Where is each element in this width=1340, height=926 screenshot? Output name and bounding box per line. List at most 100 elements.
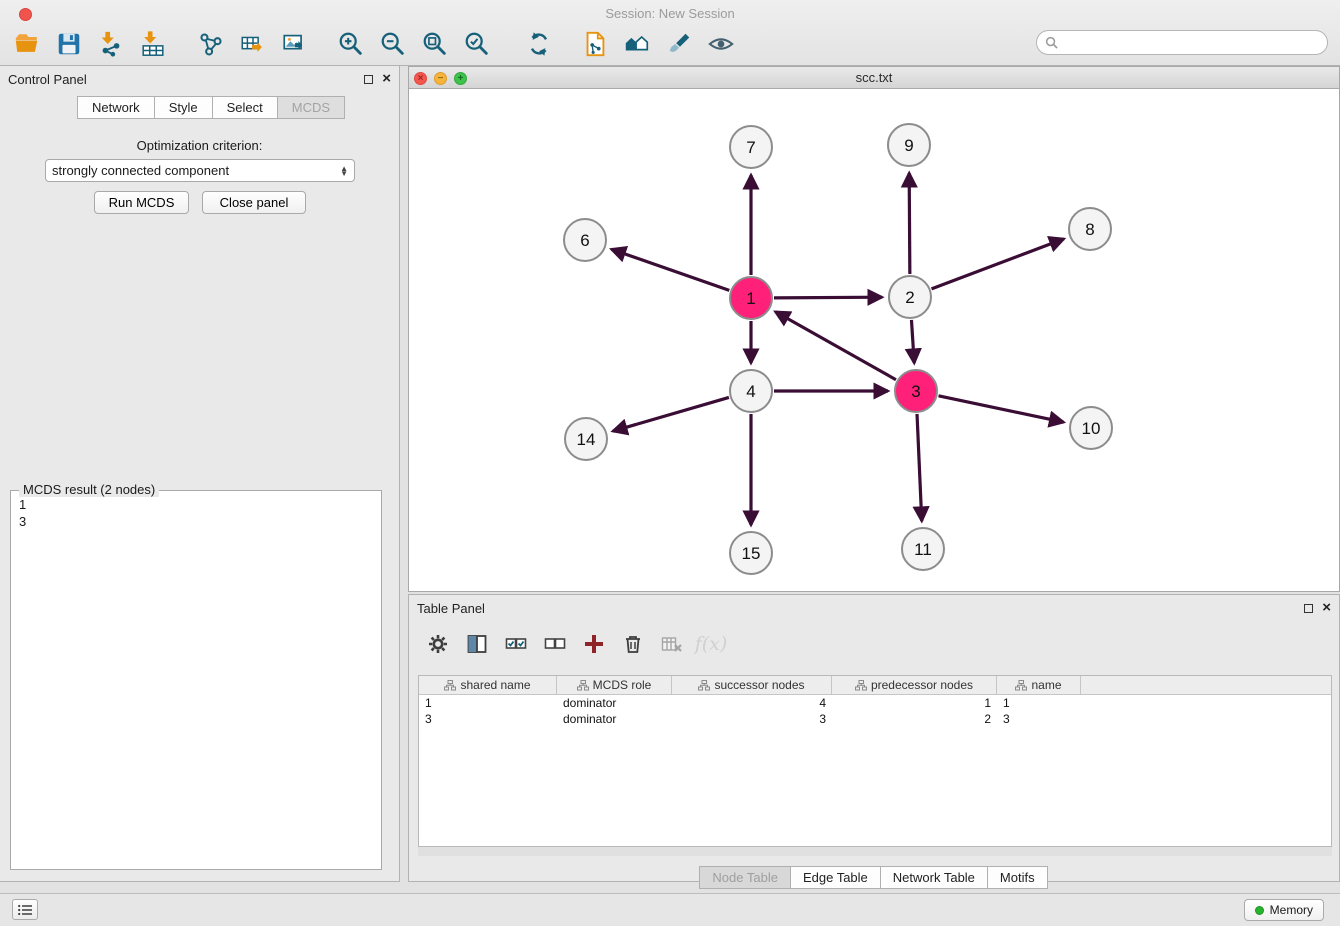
tab-edge-table[interactable]: Edge Table <box>790 866 881 889</box>
select-all-icon[interactable] <box>503 631 529 657</box>
new-network-icon[interactable] <box>196 29 226 59</box>
import-table-icon[interactable] <box>138 29 168 59</box>
table-row[interactable]: 1dominator411 <box>419 695 1331 711</box>
graph-node-4[interactable]: 4 <box>730 370 772 412</box>
column-sort-icon <box>577 680 589 691</box>
column-header-label: MCDS role <box>593 678 652 692</box>
style-brush-icon[interactable] <box>664 29 694 59</box>
export-table-icon[interactable] <box>238 29 268 59</box>
run-mcds-button[interactable]: Run MCDS <box>94 191 189 214</box>
table-cell[interactable]: 1 <box>997 696 1081 710</box>
table-cell[interactable]: 1 <box>832 696 997 710</box>
memory-button[interactable]: Memory <box>1244 899 1324 921</box>
zoom-in-icon[interactable] <box>336 29 366 59</box>
table-panel-float-icon[interactable] <box>1304 604 1313 613</box>
network-window-titlebar[interactable]: × − + scc.txt <box>409 67 1339 89</box>
column-header-mcds-role[interactable]: MCDS role <box>557 676 672 694</box>
mcds-result-line: 3 <box>19 513 373 530</box>
refresh-icon[interactable] <box>524 29 554 59</box>
tab-network-table[interactable]: Network Table <box>880 866 988 889</box>
table-cell[interactable]: dominator <box>557 696 672 710</box>
table-scrollbar[interactable] <box>418 847 1332 856</box>
tab-motifs[interactable]: Motifs <box>987 866 1048 889</box>
toolbar-group-import <box>96 26 168 62</box>
search-field[interactable] <box>1036 30 1328 55</box>
open-session-icon[interactable] <box>12 29 42 59</box>
graph-edge-3-10[interactable] <box>939 396 1064 422</box>
eye-icon[interactable] <box>706 29 736 59</box>
home-neighbors-icon[interactable] <box>622 29 652 59</box>
graph-node-2[interactable]: 2 <box>889 276 931 318</box>
toolbar-group-view <box>580 26 736 62</box>
network-canvas[interactable]: 7 9 6 8 1 2 4 3 14 10 15 11 <box>409 89 1339 591</box>
tab-style[interactable]: Style <box>154 96 213 119</box>
table-cell[interactable]: 3 <box>419 712 557 726</box>
graph-edge-1-2[interactable] <box>774 297 882 298</box>
graph-node-8[interactable]: 8 <box>1069 208 1111 250</box>
import-network-icon[interactable] <box>96 29 126 59</box>
tab-node-table[interactable]: Node Table <box>699 866 791 889</box>
graph-node-15[interactable]: 15 <box>730 532 772 574</box>
optimization-criterion-value: strongly connected component <box>52 163 229 178</box>
graph-node-11[interactable]: 11 <box>902 528 944 570</box>
tab-select[interactable]: Select <box>212 96 278 119</box>
graph-node-3[interactable]: 3 <box>895 370 937 412</box>
table-panel-title: Table Panel <box>417 601 485 616</box>
graph-edge-3-11[interactable] <box>917 414 922 521</box>
show-column-icon[interactable] <box>464 631 490 657</box>
table-cell[interactable]: 1 <box>419 696 557 710</box>
optimization-criterion-select[interactable]: strongly connected component ▲▼ <box>45 159 355 182</box>
zoom-fit-icon[interactable] <box>420 29 450 59</box>
add-column-icon[interactable] <box>581 631 607 657</box>
graph-edge-3-1[interactable] <box>775 312 896 380</box>
zoom-out-icon[interactable] <box>378 29 408 59</box>
table-cell[interactable]: dominator <box>557 712 672 726</box>
select-stepper-icon: ▲▼ <box>340 166 348 176</box>
graph-node-1[interactable]: 1 <box>730 277 772 319</box>
graph-node-9[interactable]: 9 <box>888 124 930 166</box>
table-panel-close-icon[interactable]: × <box>1322 602 1331 614</box>
deselect-all-icon[interactable] <box>542 631 568 657</box>
graph-edge-2-9[interactable] <box>909 173 910 274</box>
svg-text:6: 6 <box>580 231 589 250</box>
graph-edge-1-6[interactable] <box>611 249 729 290</box>
column-header-shared-name[interactable]: shared name <box>419 676 557 694</box>
column-header-successor-nodes[interactable]: successor nodes <box>672 676 832 694</box>
table-settings-gear-icon[interactable] <box>425 631 451 657</box>
delete-table-icon <box>659 631 685 657</box>
search-input[interactable] <box>1063 35 1319 50</box>
task-history-button[interactable] <box>12 899 38 920</box>
table-cell[interactable]: 4 <box>672 696 832 710</box>
column-header-predecessor-nodes[interactable]: predecessor nodes <box>832 676 997 694</box>
graph-edge-2-3[interactable] <box>911 320 914 363</box>
save-session-icon[interactable] <box>54 29 84 59</box>
column-sort-icon <box>698 680 710 691</box>
function-builder-icon: f(x) <box>698 631 724 657</box>
graph-edge-2-8[interactable] <box>932 239 1064 289</box>
graph-node-10[interactable]: 10 <box>1070 407 1112 449</box>
table-cell[interactable]: 3 <box>672 712 832 726</box>
graph-node-6[interactable]: 6 <box>564 219 606 261</box>
graph-node-7[interactable]: 7 <box>730 126 772 168</box>
zoom-selected-icon[interactable] <box>462 29 492 59</box>
tab-network[interactable]: Network <box>77 96 155 119</box>
delete-column-icon[interactable] <box>620 631 646 657</box>
app-chrome: Session: New Session <box>0 0 1340 66</box>
table-tabs: Node TableEdge TableNetwork TableMotifs <box>409 866 1339 889</box>
graph-edge-4-14[interactable] <box>613 397 729 431</box>
svg-text:7: 7 <box>746 138 755 157</box>
toolbar-group-zoom <box>336 26 492 62</box>
control-panel-float-icon[interactable] <box>364 75 373 84</box>
tab-mcds[interactable]: MCDS <box>277 96 345 119</box>
export-image-icon[interactable] <box>280 29 310 59</box>
table-cell[interactable]: 3 <box>997 712 1081 726</box>
graph-node-14[interactable]: 14 <box>565 418 607 460</box>
list-icon <box>18 904 33 916</box>
node-table-header: shared name MCDS role successor nodesprede… <box>419 676 1331 695</box>
control-panel-close-icon[interactable]: × <box>382 73 391 85</box>
table-cell[interactable]: 2 <box>832 712 997 726</box>
close-panel-button[interactable]: Close panel <box>202 191 306 214</box>
table-row[interactable]: 3dominator323 <box>419 711 1331 727</box>
network-document-icon[interactable] <box>580 29 610 59</box>
column-header-name[interactable]: name <box>997 676 1081 694</box>
